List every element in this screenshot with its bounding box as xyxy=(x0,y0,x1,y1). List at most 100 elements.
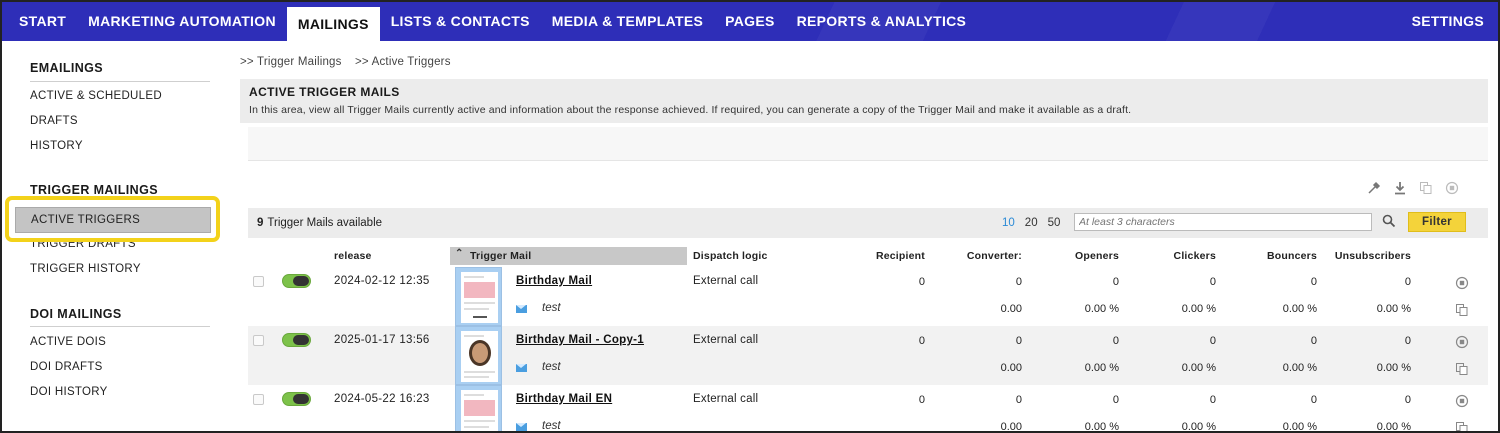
converter-rate: 0.00 xyxy=(1000,303,1022,315)
mail-count: 9 xyxy=(257,217,264,229)
mail-name-link[interactable]: Birthday Mail - Copy-1 xyxy=(516,334,644,346)
nav-media-templates[interactable]: MEDIA & TEMPLATES xyxy=(541,0,714,41)
sidebar-item-history[interactable]: HISTORY xyxy=(30,140,83,152)
breadcrumb-trigger-mailings[interactable]: >> Trigger Mailings xyxy=(240,56,342,68)
col-release[interactable]: release xyxy=(334,250,372,262)
stop-icon[interactable] xyxy=(1444,180,1460,196)
copy-icon[interactable] xyxy=(1455,362,1469,376)
mail-name-link[interactable]: Birthday Mail xyxy=(516,275,592,287)
spacer-band xyxy=(248,127,1488,161)
copy-icon[interactable] xyxy=(1455,421,1469,433)
active-toggle[interactable] xyxy=(282,274,311,288)
col-bouncers[interactable]: Bouncers xyxy=(1228,250,1317,262)
mail-icon xyxy=(516,364,527,372)
col-recipient[interactable]: Recipient xyxy=(848,250,925,262)
sidebar-item-doi-drafts[interactable]: DOI DRAFTS xyxy=(30,361,103,373)
row-checkbox[interactable] xyxy=(253,276,264,287)
bouncers-rate: 0.00 % xyxy=(1282,362,1317,374)
stop-icon[interactable] xyxy=(1455,394,1469,408)
mail-count-label: Trigger Mails available xyxy=(267,217,383,229)
search-input[interactable] xyxy=(1074,213,1372,231)
page-title: ACTIVE TRIGGER MAILS xyxy=(249,85,400,99)
col-trigger-mail[interactable]: ⌃ Trigger Mail xyxy=(450,247,687,265)
sort-up-icon: ⌃ xyxy=(455,248,464,259)
nav-marketing-automation[interactable]: MARKETING AUTOMATION xyxy=(77,0,287,41)
unsubscribers-value: 0 xyxy=(1404,394,1411,406)
unsubscribers-value: 0 xyxy=(1404,335,1411,347)
nav-mailings[interactable]: MAILINGS xyxy=(286,7,380,41)
unsubscribers-rate: 0.00 % xyxy=(1376,303,1411,315)
row-checkbox[interactable] xyxy=(253,335,264,346)
unsubscribers-value: 0 xyxy=(1404,276,1411,288)
highlight-box xyxy=(5,196,220,242)
mail-name-link[interactable]: Birthday Mail EN xyxy=(516,393,612,405)
sidebar-item-doi-history[interactable]: DOI HISTORY xyxy=(30,386,108,398)
nav-start[interactable]: START xyxy=(0,0,77,41)
breadcrumb: >> Trigger Mailings >> Active Triggers xyxy=(240,56,461,68)
openers-rate: 0.00 % xyxy=(1084,421,1119,433)
copy-icon[interactable] xyxy=(1455,303,1469,317)
converter-rate: 0.00 xyxy=(1000,421,1022,433)
stop-icon[interactable] xyxy=(1455,335,1469,349)
divider xyxy=(30,326,210,327)
converter-value: 0 xyxy=(1015,276,1022,288)
page-description: In this area, view all Trigger Mails cur… xyxy=(249,104,1132,116)
nav-lists-contacts[interactable]: LISTS & CONTACTS xyxy=(380,0,541,41)
page-size-20[interactable]: 20 xyxy=(1025,217,1038,229)
table-row: 2024-05-22 16:23 Birthday Mail EN test E… xyxy=(248,385,1488,433)
nav-reports-analytics[interactable]: REPORTS & ANALYTICS xyxy=(786,0,978,41)
mail-thumbnail[interactable] xyxy=(455,267,502,326)
sidebar-item-trigger-history[interactable]: TRIGGER HISTORY xyxy=(30,263,141,275)
filter-button[interactable]: Filter xyxy=(1408,212,1466,232)
list-toolbar: 9 Trigger Mails available 10 20 50 Filte… xyxy=(248,208,1488,238)
col-converter[interactable]: Converter: xyxy=(938,250,1022,262)
search-icon[interactable] xyxy=(1382,214,1396,228)
col-dispatch-logic[interactable]: Dispatch logic xyxy=(693,250,768,262)
clickers-rate: 0.00 % xyxy=(1181,303,1216,315)
unsubscribers-rate: 0.00 % xyxy=(1376,421,1411,433)
top-nav: START MARKETING AUTOMATION MAILINGS LIST… xyxy=(0,0,1500,41)
col-openers[interactable]: Openers xyxy=(1038,250,1119,262)
table-row: 2024-02-12 12:35 Birthday Mail test Exte… xyxy=(248,267,1488,326)
clickers-rate: 0.00 % xyxy=(1181,362,1216,374)
download-icon[interactable] xyxy=(1392,180,1408,196)
stop-icon[interactable] xyxy=(1455,276,1469,290)
dispatch-logic: External call xyxy=(693,275,759,287)
sidebar-heading-doi-mailings: DOI MAILINGS xyxy=(30,307,122,321)
col-clickers[interactable]: Clickers xyxy=(1138,250,1216,262)
converter-value: 0 xyxy=(1015,335,1022,347)
sidebar-item-active-scheduled[interactable]: ACTIVE & SCHEDULED xyxy=(30,90,162,102)
bouncers-value: 0 xyxy=(1310,394,1317,406)
col-unsubscribers[interactable]: Unsubscribers xyxy=(1318,250,1411,262)
recipient-value: 0 xyxy=(918,394,925,406)
converter-value: 0 xyxy=(1015,394,1022,406)
clickers-value: 0 xyxy=(1209,394,1216,406)
mail-thumbnail[interactable] xyxy=(455,326,502,385)
openers-value: 0 xyxy=(1112,335,1119,347)
sidebar-item-drafts[interactable]: DRAFTS xyxy=(30,115,78,127)
eyedropper-icon[interactable] xyxy=(1366,180,1382,196)
openers-rate: 0.00 % xyxy=(1084,362,1119,374)
sidebar-heading-emailings: EMAILINGS xyxy=(30,61,104,75)
info-box: ACTIVE TRIGGER MAILS In this area, view … xyxy=(240,79,1488,123)
release-date: 2024-05-22 16:23 xyxy=(334,393,430,405)
dispatch-logic: External call xyxy=(693,393,759,405)
toolbar xyxy=(1366,180,1460,196)
openers-value: 0 xyxy=(1112,276,1119,288)
sidebar: EMAILINGS ACTIVE & SCHEDULED DRAFTS HIST… xyxy=(0,41,230,433)
copy-icon[interactable] xyxy=(1418,180,1434,196)
page-size-50[interactable]: 50 xyxy=(1048,217,1061,229)
nav-pages[interactable]: PAGES xyxy=(714,0,785,41)
page-size-10[interactable]: 10 xyxy=(1002,217,1015,229)
table-row: 2025-01-17 13:56 Birthday Mail - Copy-1 … xyxy=(248,326,1488,385)
sidebar-item-active-dois[interactable]: ACTIVE DOIS xyxy=(30,336,106,348)
table-header: release ⌃ Trigger Mail Dispatch logic Re… xyxy=(248,247,1488,265)
clickers-value: 0 xyxy=(1209,276,1216,288)
active-toggle[interactable] xyxy=(282,392,311,406)
nav-settings[interactable]: SETTINGS xyxy=(1412,0,1484,41)
mail-thumbnail[interactable] xyxy=(455,385,502,433)
row-checkbox[interactable] xyxy=(253,394,264,405)
mail-icon xyxy=(516,423,527,431)
breadcrumb-active-triggers[interactable]: >> Active Triggers xyxy=(355,56,451,68)
active-toggle[interactable] xyxy=(282,333,311,347)
